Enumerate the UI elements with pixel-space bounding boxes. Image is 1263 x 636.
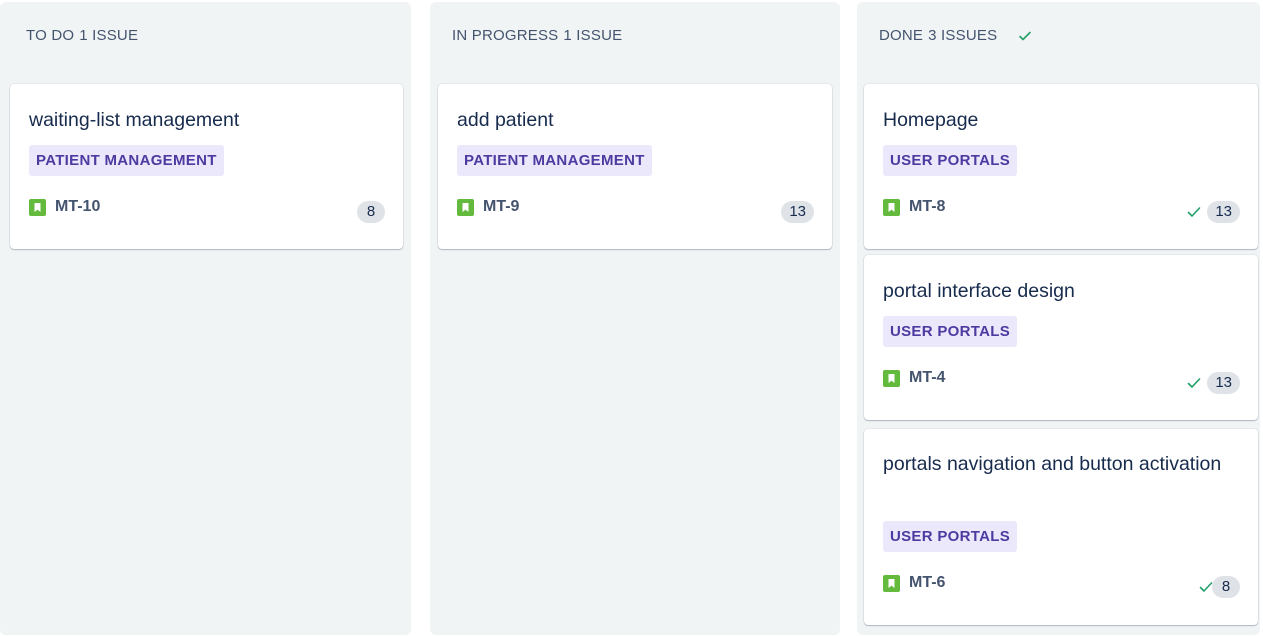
story-icon [883,369,900,387]
check-icon [1186,204,1202,220]
issue-card-mt-9[interactable]: add patient PATIENT MANAGEMENT MT-9 13 [438,84,832,249]
column-header-todo[interactable]: TO DO 1 ISSUE [26,27,138,44]
epic-label: USER PORTALS [883,145,1017,176]
issue-key-text: MT-6 [909,574,946,591]
story-points-badge: 8 [1212,576,1240,598]
issue-key[interactable]: MT-4 [883,369,945,387]
issue-card-mt-6[interactable]: portals navigation and button activation… [864,429,1258,625]
story-icon [883,198,900,216]
check-icon [1186,375,1202,391]
column-issue-count: 1 ISSUE [79,27,139,44]
story-icon [29,198,46,216]
issue-key-text: MT-10 [55,198,101,215]
issue-key-text: MT-9 [483,198,520,215]
column-name: DONE [879,27,924,44]
story-icon [883,574,900,592]
column-header-done[interactable]: DONE 3 ISSUES [879,27,1033,44]
story-points-badge: 13 [781,201,814,223]
column-todo: TO DO 1 ISSUE waiting-list management PA… [0,2,411,635]
column-header-in-progress[interactable]: IN PROGRESS 1 ISSUE [452,27,622,44]
card-title: portal interface design [883,280,1075,302]
issue-card-mt-8[interactable]: Homepage USER PORTALS MT-8 13 [864,84,1258,249]
issue-card-mt-10[interactable]: waiting-list management PATIENT MANAGEME… [10,84,403,249]
column-in-progress: IN PROGRESS 1 ISSUE add patient PATIENT … [430,2,840,635]
check-icon [1017,28,1033,44]
epic-label: PATIENT MANAGEMENT [29,145,224,176]
card-title: Homepage [883,109,979,131]
column-name: TO DO [26,27,75,44]
column-name: IN PROGRESS [452,27,559,44]
board: TO DO 1 ISSUE waiting-list management PA… [0,0,1263,636]
issue-key-text: MT-8 [909,198,946,215]
story-points-badge: 13 [1207,201,1240,223]
story-points-badge: 8 [357,201,385,223]
card-title: portals navigation and button activation [883,453,1222,475]
epic-label: USER PORTALS [883,521,1017,552]
card-title: waiting-list management [29,109,240,131]
issue-key[interactable]: MT-6 [883,574,945,592]
issue-key[interactable]: MT-9 [457,198,519,216]
column-issue-count: 1 ISSUE [563,27,623,44]
epic-label: PATIENT MANAGEMENT [457,145,652,176]
issue-key[interactable]: MT-10 [29,198,100,216]
column-issue-count: 3 ISSUES [928,27,998,44]
issue-key-text: MT-4 [909,369,946,386]
story-points-badge: 13 [1207,372,1240,394]
column-done: DONE 3 ISSUES Homepage USER PORTALS MT-8… [857,2,1260,635]
story-icon [457,198,474,216]
epic-label: USER PORTALS [883,316,1017,347]
card-title: add patient [457,109,554,131]
issue-card-mt-4[interactable]: portal interface design USER PORTALS MT-… [864,255,1258,420]
issue-key[interactable]: MT-8 [883,198,945,216]
